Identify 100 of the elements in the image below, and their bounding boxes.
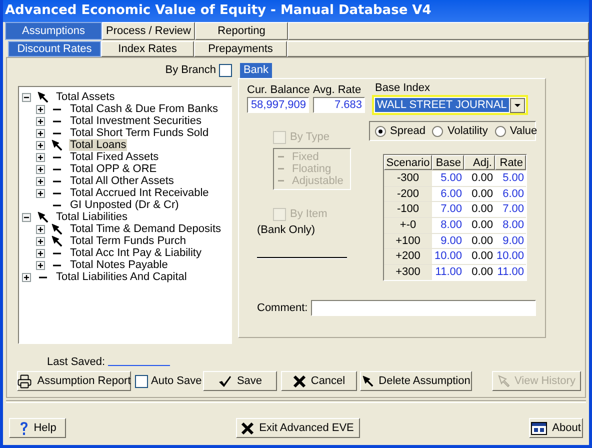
table-cell-text: 6.00: [440, 186, 463, 202]
table-cell-text: 0.00: [470, 218, 494, 233]
expand-icon[interactable]: [36, 236, 45, 246]
radio-label: Spread: [390, 124, 426, 139]
dash-icon: [53, 204, 61, 206]
tree-item[interactable]: Total Liabilities And Capital: [55, 271, 188, 283]
table-cell-text: 0.00: [470, 265, 494, 280]
expand-icon[interactable]: [36, 248, 45, 258]
table-cell-text: 0.00: [470, 186, 494, 202]
expand-icon[interactable]: [36, 176, 45, 186]
button[interactable]: About: [529, 418, 583, 438]
tree-item[interactable]: Total Cash & Due From Banks: [69, 103, 219, 115]
collapse-icon[interactable]: [22, 92, 31, 102]
tree-item[interactable]: Total Liabilities: [55, 211, 129, 223]
radio-button[interactable]: [432, 126, 444, 136]
table-cell-text: 7.00: [502, 202, 525, 218]
tree-item[interactable]: GI Unposted (Dr & Cr): [69, 199, 180, 211]
by-branch-label: By Branch: [165, 62, 216, 78]
column-header: Adj.: [464, 155, 495, 170]
last-saved-label: Last Saved:: [47, 354, 106, 370]
table-cell-text: 0.00: [470, 249, 494, 264]
dash-icon: [53, 180, 61, 182]
tree-item[interactable]: Total Assets: [55, 91, 116, 103]
expand-icon[interactable]: [36, 260, 45, 270]
auto-save-label: Auto Save: [151, 374, 202, 389]
by-item-label: By Item: [290, 207, 328, 222]
base-index-dropdown[interactable]: WALL STREET JOURNAL: [372, 95, 528, 115]
table-cell-text: 10.00: [495, 249, 525, 264]
tree-item[interactable]: Total Time & Demand Deposits: [69, 223, 222, 235]
close-icon: [241, 422, 254, 434]
table-cell-text: 0.00: [470, 202, 494, 218]
expand-icon[interactable]: [36, 104, 45, 114]
by-type-label: By Type: [290, 130, 330, 146]
column-header: Rate: [495, 155, 526, 170]
pointer-icon: [51, 139, 63, 151]
radio-label: Volatility: [447, 124, 488, 139]
tab[interactable]: Bank: [240, 63, 272, 78]
radio-button[interactable]: [494, 126, 506, 136]
dash-icon: [53, 192, 61, 194]
tree-item[interactable]: Total Fixed Assets: [69, 151, 160, 163]
balance-label: Cur. Balance: [247, 85, 309, 96]
button[interactable]: Delete Assumption: [360, 371, 472, 391]
dash-icon: [53, 264, 61, 266]
expand-icon[interactable]: [36, 224, 45, 234]
dash-icon: [53, 168, 61, 170]
dash-icon: [39, 276, 47, 278]
pointer-icon: [37, 211, 49, 223]
button[interactable]: Assumption Report: [17, 371, 131, 391]
dash-icon: [53, 252, 61, 254]
dash-icon: [278, 180, 284, 182]
comment-field[interactable]: [310, 300, 536, 316]
table-cell-text: 9.00: [440, 234, 463, 248]
button[interactable]: Exit Advanced EVE: [236, 418, 360, 438]
close-icon: [292, 374, 306, 388]
dash-icon: [278, 168, 284, 170]
tree-item[interactable]: Total Acc Int Pay & Liability: [69, 247, 202, 259]
expand-icon[interactable]: [36, 128, 45, 138]
tree-item[interactable]: Total Investment Securities: [69, 115, 202, 127]
printer-icon: [17, 374, 32, 388]
collapse-icon[interactable]: [22, 212, 31, 222]
expand-icon[interactable]: [36, 116, 45, 126]
tree-item[interactable]: Total Short Term Funds Sold: [69, 127, 210, 139]
tab[interactable]: Prepayments: [194, 41, 287, 57]
tab[interactable]: Index Rates: [101, 41, 194, 57]
table-cell-text: 0.00: [470, 171, 494, 186]
table-cell-text: 5.00: [502, 171, 525, 186]
tree-item[interactable]: Total Notes Payable: [69, 259, 169, 271]
radio-button[interactable]: [375, 126, 386, 136]
column-header: Base: [432, 155, 464, 170]
tree-item[interactable]: Total Loans: [69, 139, 128, 151]
checkbox[interactable]: [135, 374, 148, 388]
button[interactable]: Cancel: [281, 371, 357, 391]
rate-label: Avg. Rate: [313, 85, 362, 96]
column-header: Scenario: [384, 155, 432, 170]
tab[interactable]: Reporting: [195, 22, 288, 40]
expand-icon[interactable]: [36, 140, 45, 150]
tab[interactable]: Process / Review: [102, 22, 195, 40]
tree-item[interactable]: Total Accrued Int Receivable: [69, 187, 210, 199]
comment-label: Comment:: [257, 300, 308, 316]
balance-field[interactable]: 58,997,909: [247, 97, 309, 113]
dash-icon: [53, 132, 61, 134]
tab[interactable]: Assumptions: [5, 22, 102, 40]
table-cell: +300: [384, 265, 432, 280]
dash-icon: [53, 156, 61, 158]
expand-icon[interactable]: [36, 188, 45, 198]
table-cell: +100: [384, 234, 432, 248]
button[interactable]: Help: [9, 418, 66, 438]
tab[interactable]: Discount Rates: [8, 41, 101, 57]
expand-icon[interactable]: [36, 152, 45, 162]
button[interactable]: Save: [203, 371, 277, 391]
table-cell-text: 8.00: [440, 218, 463, 233]
rate-field[interactable]: 7.683: [313, 97, 365, 113]
table-cell-text: 8.00: [502, 218, 525, 233]
help-icon: [18, 420, 29, 436]
tree-item[interactable]: Total All Other Assets: [69, 175, 175, 187]
tree-item[interactable]: Total Term Funds Purch: [69, 235, 187, 247]
tree-item[interactable]: Total OPP & ORE: [69, 163, 158, 175]
checkbox[interactable]: [219, 64, 232, 76]
expand-icon[interactable]: [22, 272, 31, 282]
expand-icon[interactable]: [36, 164, 45, 174]
